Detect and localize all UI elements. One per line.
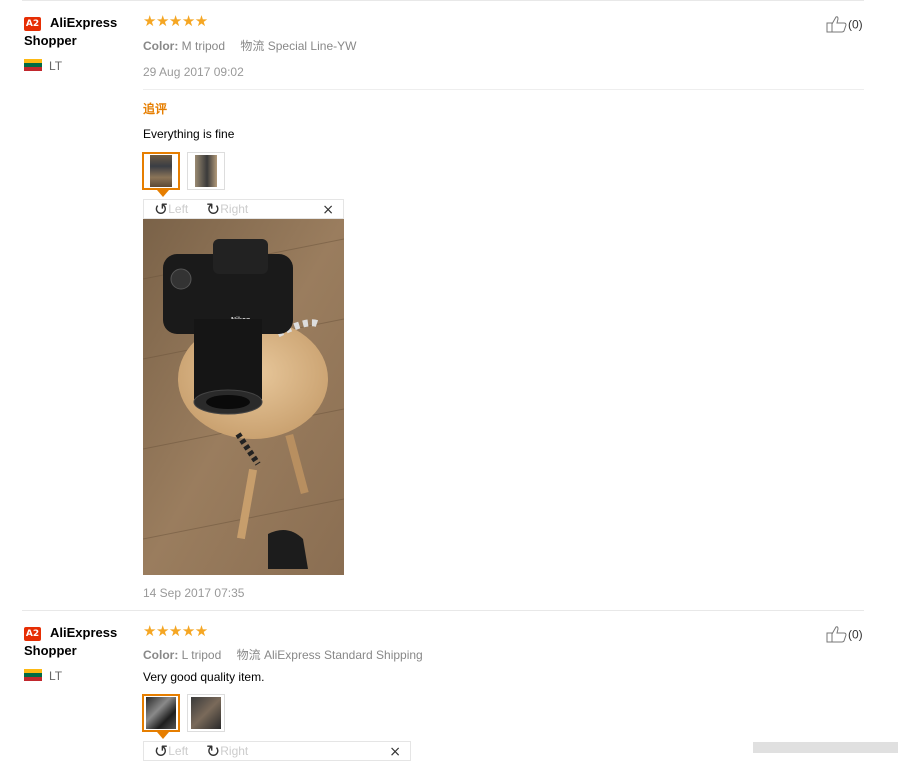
helpful-count: (0) [848, 627, 863, 642]
order-attributes: Color: L tripod 物流 AliExpress Standard S… [143, 646, 423, 663]
image-viewer-toolbar: ↺Left ↻Right × [143, 741, 411, 761]
image-viewer-toolbar: ↺Left ↻Right × [143, 199, 344, 219]
photo-thumbnail[interactable] [187, 152, 225, 190]
color-label: Color: [143, 39, 179, 53]
logistics-value: AliExpress Standard Shipping [263, 648, 423, 662]
logistics-label: 物流 [240, 39, 265, 53]
thumbnail-pointer [157, 732, 169, 739]
thumbs-up-icon [826, 625, 848, 646]
country-code: LT [49, 59, 63, 73]
flag-icon [24, 669, 42, 681]
rotate-right-button[interactable]: ↻Right [206, 742, 248, 761]
review-photo: Nikon [143, 219, 344, 575]
star-rating: ★★★★★ [143, 623, 208, 640]
reviewer-name[interactable]: AliExpress Shopper [24, 624, 129, 660]
country-code: LT [49, 669, 63, 683]
color-label: Color: [143, 648, 179, 662]
reviewer-name[interactable]: AliExpress Shopper [24, 14, 129, 50]
review-divider [22, 610, 864, 611]
logistics-label: 物流 [236, 648, 261, 662]
order-attributes: Color: M tripod 物流 Special Line-YW [143, 37, 356, 54]
review-text: Very good quality item. [143, 670, 265, 684]
rotate-left-icon: ↺ [154, 742, 169, 762]
rotate-left-icon: ↺ [154, 200, 169, 220]
horizontal-scrollbar[interactable] [753, 742, 898, 753]
thumbnail-image [195, 155, 217, 187]
rotate-left-button[interactable]: ↺Left [154, 200, 188, 219]
followup-date: 14 Sep 2017 07:35 [143, 586, 245, 600]
rotate-right-icon: ↻ [206, 200, 221, 220]
close-icon[interactable]: × [389, 743, 401, 761]
photo-thumbnail[interactable] [142, 152, 180, 190]
thumbnail-pointer [157, 190, 169, 197]
rotate-right-icon: ↻ [206, 742, 221, 762]
followup-divider [143, 89, 864, 90]
photo-thumbnail[interactable] [187, 694, 225, 732]
rotate-left-button[interactable]: ↺Left [154, 742, 188, 761]
helpful-count: (0) [848, 17, 863, 32]
flag-icon [24, 59, 42, 71]
logistics-value: Special Line-YW [267, 39, 357, 53]
top-divider [22, 0, 864, 1]
rotate-right-button[interactable]: ↻Right [206, 200, 248, 219]
thumbnail-image [191, 697, 221, 729]
review-date: 29 Aug 2017 09:02 [143, 65, 244, 79]
color-value: M tripod [181, 39, 226, 53]
color-value: L tripod [181, 648, 222, 662]
close-icon[interactable]: × [322, 201, 334, 219]
thumbnail-image [146, 697, 176, 729]
helpful-button[interactable]: (0) [826, 15, 863, 36]
thumbnail-image [150, 155, 172, 187]
star-rating: ★★★★★ [143, 13, 208, 30]
followup-label: 追评 [143, 102, 168, 116]
followup-text: Everything is fine [143, 127, 235, 141]
thumbs-up-icon [826, 15, 848, 36]
photo-thumbnail[interactable] [142, 694, 180, 732]
helpful-button[interactable]: (0) [826, 625, 863, 646]
